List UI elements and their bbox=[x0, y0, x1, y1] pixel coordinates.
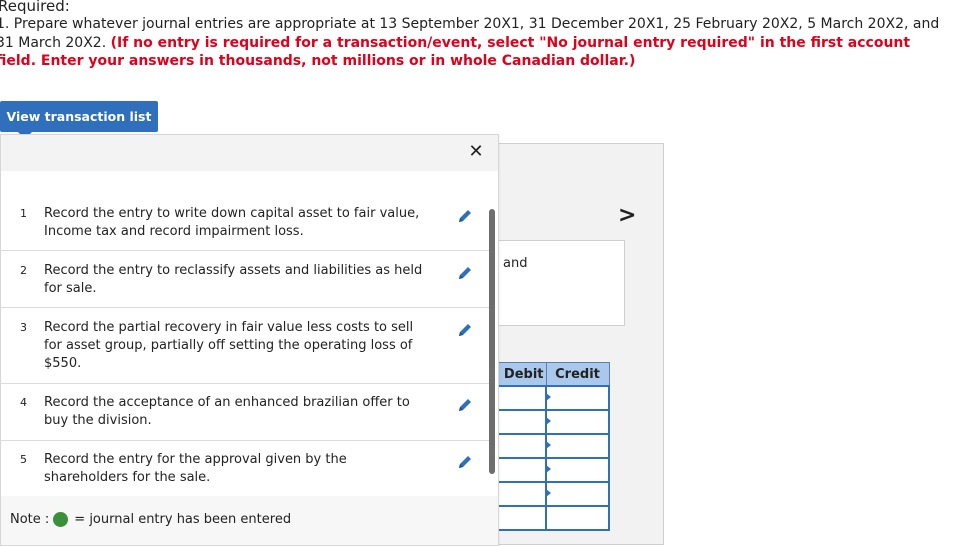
prompt-box bbox=[490, 240, 625, 326]
view-transaction-list-button[interactable]: View transaction list bbox=[0, 101, 158, 132]
cell-marker-icon bbox=[546, 465, 551, 473]
cell-marker-icon bbox=[546, 393, 551, 401]
table-row bbox=[494, 457, 610, 483]
scrollbar[interactable] bbox=[489, 209, 495, 474]
note: Note : = journal entry has been entered bbox=[10, 512, 291, 527]
credit-cell[interactable] bbox=[545, 409, 610, 435]
credit-cell[interactable] bbox=[545, 505, 610, 531]
instructions: 1. Prepare whatever journal entries are … bbox=[0, 15, 954, 71]
cell-marker-icon bbox=[546, 417, 551, 425]
prompt-text: and bbox=[503, 256, 528, 271]
item-description: Record the partial recovery in fair valu… bbox=[44, 320, 414, 371]
table-row bbox=[494, 505, 610, 531]
item-number: 4 bbox=[20, 396, 27, 409]
item-number: 5 bbox=[20, 453, 27, 466]
item-number: 3 bbox=[20, 321, 27, 334]
pencil-icon[interactable] bbox=[456, 321, 474, 339]
popup-header: ✕ bbox=[1, 135, 498, 171]
journal-table: Debit Credit bbox=[494, 362, 610, 531]
credit-cell[interactable] bbox=[545, 385, 610, 411]
list-item[interactable]: 1 Record the entry to write down capital… bbox=[1, 205, 489, 251]
pencil-icon[interactable] bbox=[456, 207, 474, 225]
table-row bbox=[494, 409, 610, 435]
debit-cell[interactable] bbox=[494, 481, 547, 507]
list-item[interactable]: 2 Record the entry to reclassify assets … bbox=[1, 262, 489, 308]
debit-cell[interactable] bbox=[494, 385, 547, 411]
pencil-icon[interactable] bbox=[456, 453, 474, 471]
credit-header: Credit bbox=[545, 362, 610, 387]
debit-cell[interactable] bbox=[494, 433, 547, 459]
pencil-icon[interactable] bbox=[456, 396, 474, 414]
item-description: Record the acceptance of an enhanced bra… bbox=[44, 395, 410, 428]
debit-cell[interactable] bbox=[494, 505, 547, 531]
pencil-icon[interactable] bbox=[456, 264, 474, 282]
debit-cell[interactable] bbox=[494, 457, 547, 483]
table-row bbox=[494, 481, 610, 507]
table-row bbox=[494, 433, 610, 459]
item-number: 2 bbox=[20, 264, 27, 277]
list-item[interactable]: 4 Record the acceptance of an enhanced b… bbox=[1, 394, 489, 441]
debit-cell[interactable] bbox=[494, 409, 547, 435]
note-label: Note : bbox=[10, 512, 50, 527]
cell-marker-icon bbox=[546, 489, 551, 497]
entered-dot-icon bbox=[53, 512, 69, 527]
transaction-list-popup: ✕ 1 Record the entry to write down capit… bbox=[0, 134, 499, 546]
close-icon[interactable]: ✕ bbox=[467, 142, 485, 162]
table-row bbox=[494, 385, 610, 411]
cell-marker-icon bbox=[546, 441, 551, 449]
next-entry-chevron-icon[interactable]: > bbox=[618, 203, 636, 228]
list-item[interactable]: 5 Record the entry for the approval give… bbox=[1, 451, 489, 497]
note-text: = journal entry has been entered bbox=[74, 512, 292, 527]
item-number: 1 bbox=[20, 207, 27, 220]
item-description: Record the entry to write down capital a… bbox=[44, 206, 420, 239]
required-heading: Required: bbox=[0, 0, 70, 15]
credit-cell[interactable] bbox=[545, 481, 610, 507]
item-description: Record the entry to reclassify assets an… bbox=[44, 263, 423, 296]
credit-cell[interactable] bbox=[545, 433, 610, 459]
list-item[interactable]: 3 Record the partial recovery in fair va… bbox=[1, 319, 489, 384]
instruction-red-text: (If no entry is required for a transacti… bbox=[0, 34, 911, 70]
credit-cell[interactable] bbox=[545, 457, 610, 483]
debit-header: Debit bbox=[494, 362, 547, 387]
item-description: Record the entry for the approval given … bbox=[44, 452, 347, 485]
